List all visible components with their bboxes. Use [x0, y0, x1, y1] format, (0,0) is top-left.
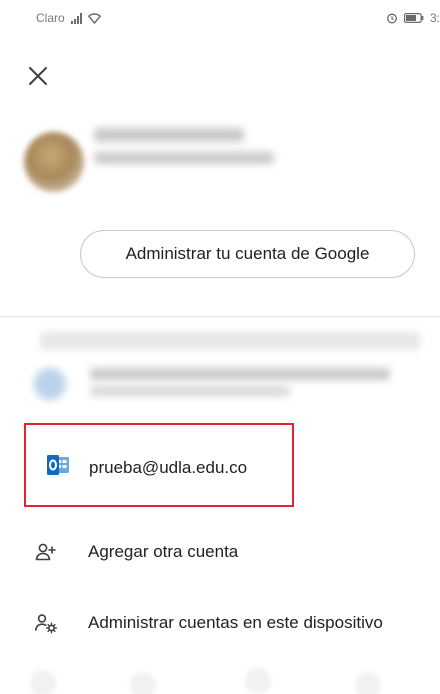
status-bar: Claro 3: — [0, 0, 440, 36]
close-button[interactable] — [20, 58, 56, 94]
account-email: prueba@udla.edu.co — [89, 458, 248, 477]
manage-google-account-label: Administrar tu cuenta de Google — [125, 244, 370, 263]
signal-icon — [70, 12, 82, 24]
manage-google-account-button[interactable]: Administrar tu cuenta de Google — [80, 230, 415, 278]
current-account-header — [24, 118, 424, 198]
add-account-item[interactable]: Agregar otra cuenta — [0, 528, 440, 576]
carrier-name: Claro — [36, 11, 65, 25]
status-time: 3: — [429, 11, 440, 25]
bottom-background — [0, 660, 440, 694]
account-name-blur — [94, 128, 244, 142]
alarm-icon — [387, 13, 397, 24]
other-account-top-blur — [40, 332, 420, 350]
status-left: Claro — [36, 11, 101, 25]
other-account-row[interactable] — [20, 330, 440, 410]
account-row-udla[interactable]: prueba@udla.edu.co — [24, 423, 294, 507]
manage-device-accounts-label: Administrar cuentas en este dispositivo — [88, 613, 383, 632]
other-account-avatar — [34, 368, 66, 400]
manage-device-accounts-item[interactable]: Administrar cuentas en este dispositivo — [0, 599, 440, 647]
other-account-email-blur — [90, 386, 290, 396]
add-person-icon — [35, 543, 56, 561]
close-icon — [29, 67, 47, 85]
battery-icon — [403, 13, 424, 23]
avatar — [24, 132, 84, 192]
account-email-blur — [94, 152, 274, 164]
divider — [0, 316, 440, 317]
outlook-icon — [47, 455, 69, 475]
add-account-label: Agregar otra cuenta — [88, 542, 239, 561]
status-right: 3: — [386, 11, 440, 25]
manage-accounts-icon — [35, 614, 57, 634]
other-account-name-blur — [90, 368, 390, 380]
wifi-icon — [87, 12, 101, 24]
